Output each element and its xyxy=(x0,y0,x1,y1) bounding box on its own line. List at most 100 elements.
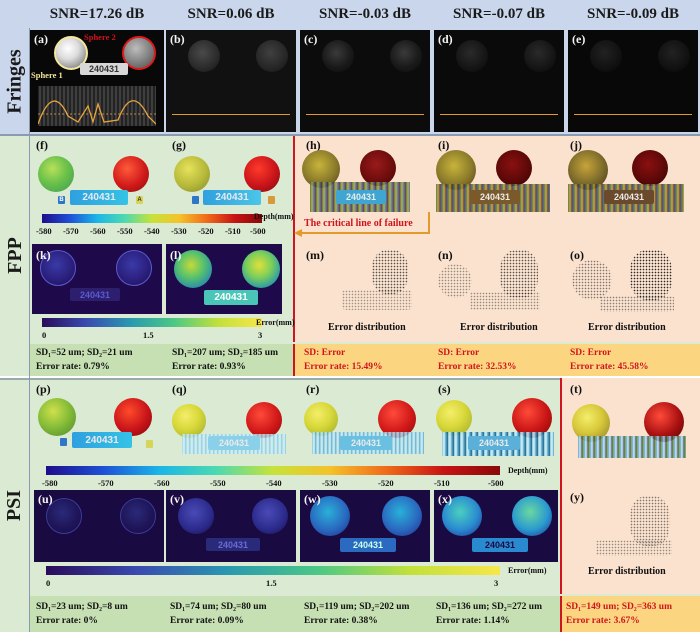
psi-y-error-distribution: Error distribution xyxy=(588,566,666,577)
fpp-error-colorbar xyxy=(42,318,262,327)
tag-b-f: B xyxy=(59,197,64,203)
psi-q-sphere-2 xyxy=(246,402,282,438)
psi-depth-tick: -520 xyxy=(378,478,394,488)
fpp-stat-rate-3: Error rate: 15.49% xyxy=(304,362,383,372)
psi-depth-tick: -570 xyxy=(98,478,114,488)
fpp-depth-tick: -560 xyxy=(90,226,106,236)
fpp-o-dots-1 xyxy=(572,260,612,300)
fpp-h-plate: 240431 xyxy=(336,190,386,204)
critical-line-arrow xyxy=(296,232,430,234)
panel-label-o: (o) xyxy=(570,248,584,262)
psi-depth-colorbar xyxy=(46,466,500,475)
fpp-f-sphere-2 xyxy=(113,156,149,192)
fpp-g-sphere-1 xyxy=(174,156,210,192)
panel-label-s: (s) xyxy=(438,382,451,396)
fpp-error-tick: 1.5 xyxy=(143,330,154,340)
panel-label-q: (q) xyxy=(172,382,187,396)
tag-a-f: A xyxy=(137,197,142,203)
fpp-j-plate: 240431 xyxy=(604,190,654,204)
panel-label-v: (v) xyxy=(170,492,184,506)
psi-s-plate: 240431 xyxy=(468,436,520,450)
panel-label-d: (d) xyxy=(438,32,453,46)
psi-depth-tick: -580 xyxy=(42,478,58,488)
panel-label-u: (u) xyxy=(38,492,53,506)
psi-r-sphere-1 xyxy=(304,402,338,436)
divider-fringes-fpp xyxy=(0,134,700,136)
fpp-m-error-distribution: Error distribution xyxy=(328,322,406,333)
fpp-error-tick: 0 xyxy=(42,330,47,340)
panel-label-y: (y) xyxy=(570,490,584,504)
psi-stat-sd-1: SD₁=23 um; SD₂=8 um xyxy=(36,602,128,612)
psi-error-panel-u xyxy=(34,490,164,562)
psi-stat-rate-5: Error rate: 3.67% xyxy=(566,616,640,626)
panel-label-k: (k) xyxy=(36,248,51,262)
fpp-error-panel-k: 240431 xyxy=(32,244,162,314)
fpp-o-dots-2 xyxy=(630,250,672,300)
fpp-depth-tick: -520 xyxy=(198,226,214,236)
fpp-depth-tick: -530 xyxy=(171,226,187,236)
header-snr-2: SNR=0.06 dB xyxy=(187,5,275,22)
psi-depth-tick: -530 xyxy=(322,478,338,488)
panel-label-e: (e) xyxy=(572,32,586,46)
fpp-n-dots-1 xyxy=(438,264,472,298)
fringe-profile-curve-a xyxy=(38,100,156,125)
header-snr-3: SNR=-0.03 dB xyxy=(319,5,411,22)
panel-label-c: (c) xyxy=(304,32,318,46)
psi-depth-tick: -540 xyxy=(266,478,282,488)
fpp-depth-tick: -580 xyxy=(36,226,52,236)
psi-y-dots-2 xyxy=(596,540,672,556)
row-label-fringes: Fringes xyxy=(3,48,26,114)
psi-stat-sd-2: SD₁=74 um; SD₂=80 um xyxy=(170,602,267,612)
psi-depth-tick: -560 xyxy=(154,478,170,488)
fpp-depth-unit: Depth(mm) xyxy=(254,212,294,221)
fpp-i-plate: 240431 xyxy=(470,190,520,204)
fpp-g-plate: 240431 xyxy=(203,190,261,205)
psi-depth-tick: -500 xyxy=(488,478,504,488)
fpp-f-sphere-1 xyxy=(38,156,74,192)
panel-label-n: (n) xyxy=(438,248,453,262)
fpp-m-dots-1 xyxy=(372,250,408,294)
psi-error-panel-x: 240431 xyxy=(434,490,558,562)
fpp-g-sphere-2 xyxy=(244,156,280,192)
psi-stat-rate-3: Error rate: 0.38% xyxy=(304,616,378,626)
panel-label-f: (f) xyxy=(36,138,48,152)
fpp-n-error-distribution: Error distribution xyxy=(460,322,538,333)
psi-error-tick: 3 xyxy=(494,578,499,588)
psi-y-dots-1 xyxy=(630,496,670,546)
fpp-stat-rate-2: Error rate: 0.93% xyxy=(172,362,246,372)
psi-depth-tick: -510 xyxy=(434,478,450,488)
fpp-stat-rate-1: Error rate: 0.79% xyxy=(36,362,110,372)
psi-p-sphere-2 xyxy=(114,398,152,436)
panel-label-t: (t) xyxy=(570,382,582,396)
divider-header-left xyxy=(29,28,30,632)
psi-stat-sd-4: SD₁=136 um; SD₂=272 um xyxy=(436,602,542,612)
fpp-stat-sd-2: SD₁=207 um; SD₂=185 um xyxy=(172,348,278,358)
row-label-psi: PSI xyxy=(3,489,26,521)
psi-stat-rate-1: Error rate: 0% xyxy=(36,616,98,626)
psi-error-tick: 1.5 xyxy=(266,578,277,588)
fpp-depth-tick: -550 xyxy=(117,226,133,236)
psi-s-sphere-1 xyxy=(436,400,472,436)
panel-label-m: (m) xyxy=(306,248,324,262)
header-snr-1: SNR=17.26 dB xyxy=(49,5,145,22)
panel-label-x: (x) xyxy=(438,492,452,506)
psi-r-plate: 240431 xyxy=(340,436,392,450)
arrow-left-icon xyxy=(294,229,302,237)
fpp-m-dots-2 xyxy=(342,290,412,310)
header-snr-4: SNR=-0.07 dB xyxy=(453,5,545,22)
fringe-panel-c xyxy=(300,30,430,132)
panel-label-g: (g) xyxy=(172,138,186,152)
psi-depth-unit: Depth(mm) xyxy=(508,466,548,475)
panel-label-l: (l) xyxy=(170,248,182,262)
critical-line-label: The critical line of failure xyxy=(304,218,413,229)
psi-p-sphere-1 xyxy=(38,398,76,436)
fpp-i-sphere-2 xyxy=(496,150,532,186)
fpp-stat-rate-5: Error rate: 45.58% xyxy=(570,362,649,372)
psi-stat-rate-2: Error rate: 0.09% xyxy=(170,616,244,626)
plate-a: 240431 xyxy=(80,63,128,75)
panel-label-r: (r) xyxy=(306,382,320,396)
psi-error-colorbar xyxy=(46,566,500,575)
fpp-f-plate: 240431 xyxy=(70,190,128,205)
psi-stat-rate-4: Error rate: 1.14% xyxy=(436,616,510,626)
row-label-fpp: FPP xyxy=(3,236,26,274)
